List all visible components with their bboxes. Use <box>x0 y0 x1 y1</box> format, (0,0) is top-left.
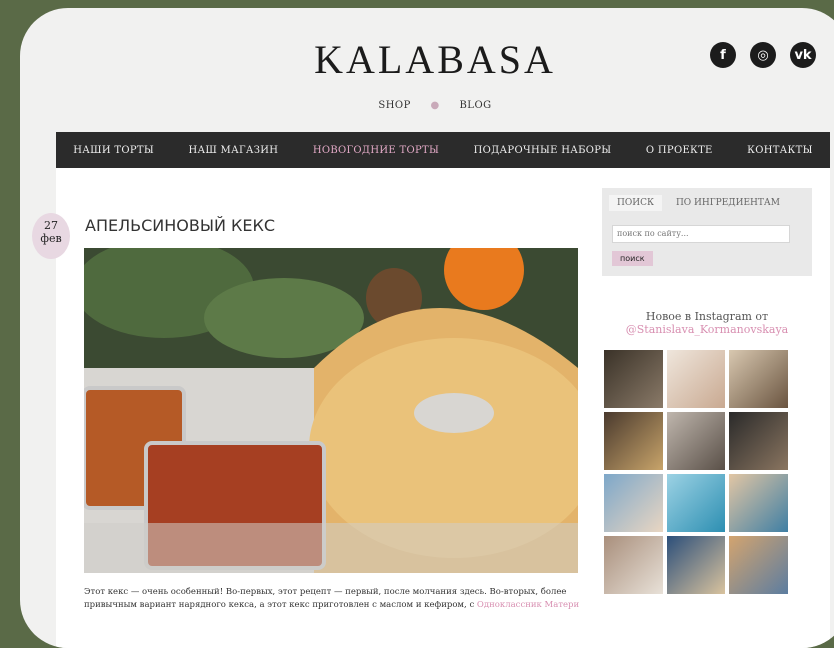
vk-icon[interactable]: vk <box>790 42 816 68</box>
post-excerpt-link[interactable]: Одноклассник Матери <box>477 600 579 610</box>
nav-item-new-year-cakes[interactable]: НОВОГОДНИЕ ТОРТЫ <box>313 145 439 156</box>
instagram-grid <box>604 349 788 594</box>
instagram-photo[interactable] <box>729 535 788 594</box>
nav-item-gift-sets[interactable]: ПОДАРОЧНЫЕ НАБОРЫ <box>474 145 612 156</box>
instagram-photo[interactable] <box>729 473 788 532</box>
top-subnav: SHOP ● BLOG <box>20 100 834 111</box>
nav-item-contacts[interactable]: КОНТАКТЫ <box>747 145 813 156</box>
shop-link[interactable]: SHOP <box>378 100 411 111</box>
blog-link[interactable]: BLOG <box>459 100 491 111</box>
tab-by-ingredients[interactable]: ПО ИНГРЕДИЕНТАМ <box>676 198 780 211</box>
instagram-photo[interactable] <box>729 411 788 470</box>
instagram-photo[interactable] <box>729 349 788 408</box>
instagram-photo[interactable] <box>604 411 663 470</box>
post-excerpt-line2: привычным вариант нарядного кекса, а это… <box>84 600 475 610</box>
social-links: f ◎ vk <box>710 42 816 68</box>
instagram-photo[interactable] <box>666 411 726 470</box>
facebook-icon[interactable]: f <box>710 42 736 68</box>
page-frame: KALABASA f ◎ vk SHOP ● BLOG НАШИ ТОРТЫ Н… <box>20 8 834 648</box>
nav-item-about[interactable]: О ПРОЕКТЕ <box>646 145 713 156</box>
post-excerpt: Этот кекс — очень особенный! Во-первых, … <box>84 586 584 612</box>
search-input[interactable] <box>612 224 790 243</box>
instagram-photo[interactable] <box>666 535 726 594</box>
post-excerpt-line1: Этот кекс — очень особенный! Во-первых, … <box>84 587 567 597</box>
sidebar: ПОИСК ПО ИНГРЕДИЕНТАМ поиск Новое в Inst… <box>602 188 812 594</box>
post-image[interactable] <box>84 248 578 573</box>
instagram-icon[interactable]: ◎ <box>750 42 776 68</box>
instagram-photo[interactable] <box>604 535 663 594</box>
search-widget: ПОИСК ПО ИНГРЕДИЕНТАМ поиск <box>602 188 812 276</box>
instagram-heading-text: Новое в Instagram от <box>645 309 769 323</box>
post-date-month: фев <box>40 232 62 245</box>
cake-photo <box>84 248 578 573</box>
search-tabs: ПОИСК ПО ИНГРЕДИЕНТАМ <box>609 195 802 211</box>
nav-item-our-cakes[interactable]: НАШИ ТОРТЫ <box>73 145 154 156</box>
instagram-photo[interactable] <box>666 473 726 532</box>
post-date-badge: 27 фев <box>32 213 70 259</box>
search-button[interactable]: поиск <box>612 250 653 266</box>
instagram-heading: Новое в Instagram от @Stanislava_Kormano… <box>602 310 812 336</box>
post-title[interactable]: АПЕЛЬСИНОВЫЙ КЕКС <box>85 216 275 235</box>
post-date-day: 27 <box>44 219 58 232</box>
separator-dot: ● <box>430 100 440 111</box>
instagram-handle-link[interactable]: @Stanislava_Kormanovskaya <box>626 323 788 336</box>
nav-item-our-shop[interactable]: НАШ МАГАЗИН <box>188 145 278 156</box>
tab-search[interactable]: ПОИСК <box>609 195 662 211</box>
instagram-photo[interactable] <box>604 473 663 532</box>
instagram-photo[interactable] <box>666 349 726 408</box>
main-navigation: НАШИ ТОРТЫ НАШ МАГАЗИН НОВОГОДНИЕ ТОРТЫ … <box>56 132 830 168</box>
instagram-photo[interactable] <box>604 349 663 408</box>
